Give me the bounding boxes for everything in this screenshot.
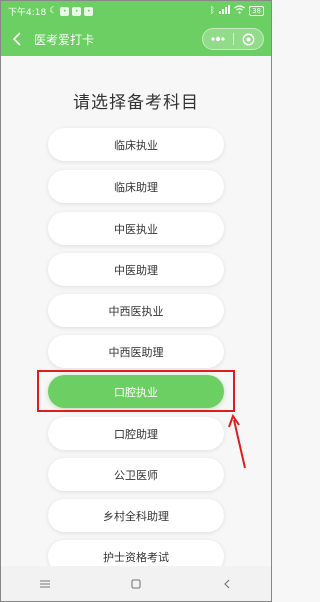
subject-select-page: 请选择备考科目 临床执业 临床助理 中医执业 中医助理 中西医执业 中西医助理 …: [0, 56, 272, 566]
app-notification-icon: •: [60, 6, 70, 16]
more-button[interactable]: [203, 29, 233, 49]
bluetooth-icon: ᛒ: [209, 6, 216, 16]
signal-icon: [219, 5, 231, 17]
status-time: 下午4:18: [8, 7, 47, 18]
option-clinical-assistant[interactable]: 临床助理: [48, 170, 224, 203]
option-rural-general-assistant[interactable]: 乡村全科助理: [48, 499, 224, 532]
chevron-back-icon: [223, 579, 230, 589]
menu-lines-icon: [40, 580, 51, 588]
target-circle-icon: [242, 33, 255, 45]
option-nurse-qualification[interactable]: 护士资格考试: [48, 540, 224, 566]
option-clinical-practitioner[interactable]: 临床执业: [48, 128, 224, 161]
square-home-icon: [131, 579, 141, 589]
nav-bar: 医考爱打卡: [0, 22, 272, 56]
battery-level: 38: [249, 6, 264, 16]
moon-icon: ☾: [49, 6, 58, 16]
annotation-highlight-box: [37, 370, 235, 412]
more-dots-icon: [211, 36, 225, 42]
home-button[interactable]: [121, 569, 151, 599]
app-title: 医考爱打卡: [34, 32, 95, 47]
back-button[interactable]: [8, 30, 26, 48]
option-public-health[interactable]: 公卫医师: [48, 458, 224, 491]
mini-program-capsule: [202, 28, 264, 50]
menu-button[interactable]: [30, 569, 60, 599]
option-integrated-practitioner[interactable]: 中西医执业: [48, 294, 224, 327]
annotation-arrow-icon: [228, 414, 246, 469]
close-button[interactable]: [234, 29, 264, 49]
option-dental-assistant[interactable]: 口腔助理: [48, 417, 224, 450]
status-bar: 下午4:18 ☾ • • • ᛒ 38: [0, 0, 272, 22]
app-notification-icon: •: [72, 6, 82, 16]
chevron-left-icon: [12, 32, 21, 46]
page-title: 请选择备考科目: [73, 93, 199, 113]
wifi-icon: [234, 5, 245, 17]
option-tcm-assistant[interactable]: 中医助理: [48, 253, 224, 286]
system-back-button[interactable]: [212, 569, 242, 599]
battery-icon: 38: [249, 6, 264, 16]
app-notification-icon: •: [84, 6, 94, 16]
option-tcm-practitioner[interactable]: 中医执业: [48, 212, 224, 245]
system-nav-bar: [0, 566, 272, 602]
option-integrated-assistant[interactable]: 中西医助理: [48, 335, 224, 368]
